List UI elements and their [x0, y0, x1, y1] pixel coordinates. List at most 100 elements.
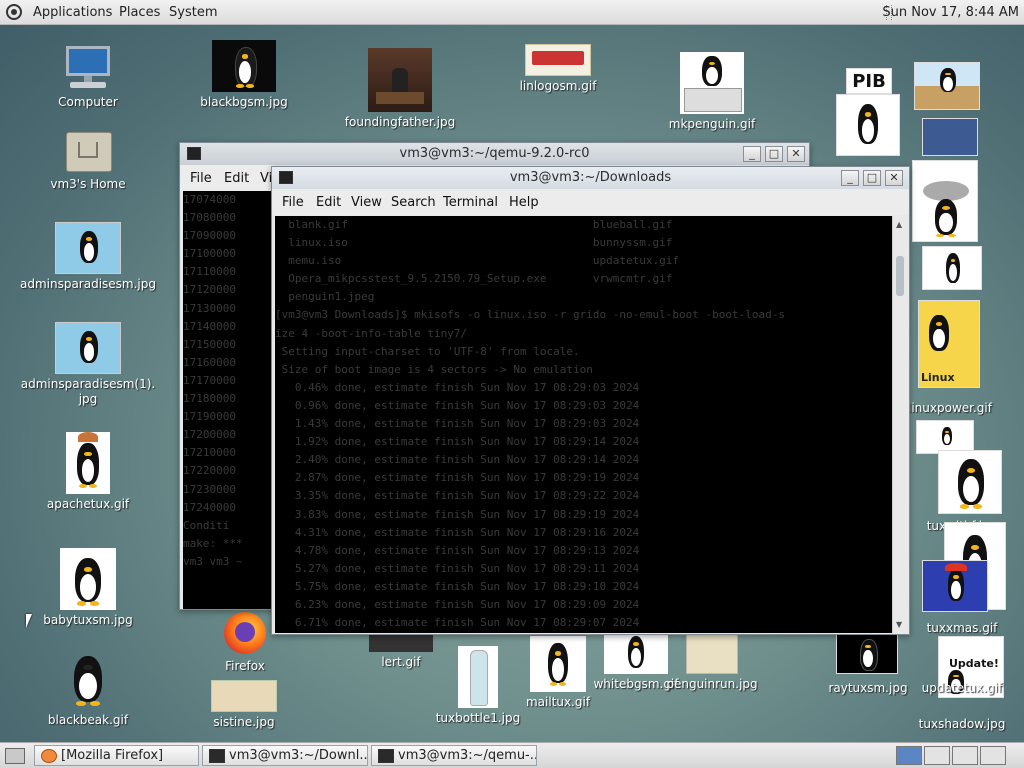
desktop-icon-computer[interactable]: Computer — [40, 44, 136, 110]
apache-tux-image-icon — [66, 432, 110, 494]
maximize-button[interactable]: □ — [765, 146, 783, 162]
window-titlebar[interactable]: vm3@vm3:~/Downloads _ □ ✕ — [272, 167, 909, 189]
tuxshadow-label: tuxshadow.jpg — [918, 717, 1006, 731]
computer-label: Computer — [58, 95, 118, 109]
menu-view[interactable]: View — [351, 195, 382, 210]
adminsparadisesm-1-label: adminsparadisesm(1). jpg — [20, 377, 156, 406]
raytuxsm-image-icon[interactable] — [836, 632, 898, 674]
workspace-3[interactable] — [952, 746, 978, 765]
flyingpenguin-image-icon[interactable] — [922, 246, 982, 290]
terminal-line: 17160000 — [183, 355, 236, 369]
close-button[interactable]: ✕ — [885, 170, 903, 186]
terminal-line: 4.78% done, estimate finish Sun Nov 17 0… — [275, 543, 640, 557]
clock[interactable]: Sun Nov 17, 8:44 AM — [882, 5, 1019, 20]
linlogosm-label: linlogosm.gif — [519, 79, 597, 93]
desktop-icon-home[interactable]: vm3's Home — [40, 128, 136, 192]
blackbgsm-label: blackbgsm.jpg — [200, 95, 288, 109]
menu-file[interactable]: File — [282, 195, 304, 210]
desktop-icon-linlogosm[interactable]: linlogosm.gif — [510, 44, 606, 94]
penguinrun-label: penguinrun.jpg — [666, 677, 758, 691]
terminal-line: penguin1.jpeg — [275, 290, 375, 304]
close-button[interactable]: ✕ — [787, 146, 805, 162]
terminal-line: vm3 vm3 ~ — [183, 554, 243, 568]
desktop-icon-mkpenguin[interactable]: mkpenguin.gif — [660, 52, 764, 132]
tuxxmas-label: tuxxmas.gif — [926, 621, 998, 635]
terminal-line: 17130000 — [183, 301, 236, 315]
task-label: vm3@vm3:~/qemu-... — [398, 748, 537, 763]
tuxtower-image-icon[interactable] — [912, 160, 978, 242]
tuxxmas-image-icon[interactable] — [922, 560, 988, 612]
terminal-line: Conditi — [183, 518, 230, 532]
desktop-icon-adminsparadisesm-1[interactable]: adminsparadisesm(1). jpg — [14, 322, 162, 407]
taskbar-terminal-qemu[interactable]: vm3@vm3:~/qemu-... — [371, 745, 537, 766]
workspace-2[interactable] — [924, 746, 950, 765]
terminal-scrollbar[interactable]: ▲ ▼ — [892, 216, 908, 633]
desktop-icon-tuxshadow[interactable]: tuxshadow.jpg — [904, 714, 1020, 732]
workspace-4[interactable] — [980, 746, 1006, 765]
desktop-icon-apachetux[interactable]: apachetux.gif — [40, 432, 136, 512]
terminal-line: 17220000 — [183, 464, 236, 478]
menu-file[interactable]: File — [190, 171, 212, 186]
terminal-line: 17120000 — [183, 283, 236, 297]
firefox-icon — [222, 612, 268, 656]
menu-help[interactable]: Help — [509, 195, 539, 210]
menu-edit[interactable]: Edit — [316, 195, 341, 210]
menu-edit[interactable]: Edit — [224, 171, 249, 186]
desktop-icon-blackbgsm[interactable]: blackbgsm.jpg — [196, 40, 292, 110]
beach-tux-image-icon — [55, 322, 121, 374]
scroll-down-arrow-icon[interactable]: ▼ — [896, 620, 902, 629]
terminal-icon — [209, 749, 225, 763]
linuxpower-image-icon[interactable]: Linux — [918, 300, 980, 388]
adminsparadisesm-label: adminsparadisesm.jpg — [19, 277, 157, 291]
task-label: vm3@vm3:~/Downl... — [229, 748, 368, 763]
menu-system[interactable]: System — [169, 5, 217, 20]
scroll-up-arrow-icon[interactable]: ▲ — [896, 220, 902, 229]
terminal-line: 17074000 — [183, 193, 236, 206]
binary-tux-image-icon[interactable] — [836, 94, 900, 156]
terminal-output[interactable]: blank.gif blueball.gif linux.iso bunnyss… — [275, 216, 892, 633]
small-tux-image-icon[interactable] — [916, 420, 974, 454]
desktop-icon-tuxxmas[interactable]: tuxxmas.gif — [900, 618, 1024, 636]
terminal-window-downloads[interactable]: vm3@vm3:~/Downloads _ □ ✕ File Edit View… — [271, 166, 910, 635]
show-desktop-icon[interactable] — [5, 748, 25, 764]
distro-logo-icon[interactable] — [6, 4, 22, 20]
workspace-1[interactable] — [896, 746, 922, 765]
terminal-line: 5.75% done, estimate finish Sun Nov 17 0… — [275, 579, 640, 593]
terminal-line: 17140000 — [183, 319, 236, 333]
menu-applications[interactable]: Applications — [33, 5, 112, 20]
mailtux-label: mailtux.gif — [525, 695, 591, 709]
desktop-icon-updatetux[interactable]: updatetux.gif — [904, 678, 1020, 696]
desktop-icon-babytuxsm[interactable]: babytuxsm.jpg — [30, 548, 146, 628]
baby-tux-image-icon — [60, 548, 116, 610]
menu-places[interactable]: Places — [119, 5, 160, 20]
scrollbar-thumb[interactable] — [896, 256, 904, 296]
window-titlebar[interactable]: vm3@vm3:~/qemu-9.2.0-rc0 _ □ ✕ — [180, 143, 809, 165]
terminal-line: 5.27% done, estimate finish Sun Nov 17 0… — [275, 561, 640, 575]
terminal-line: ize 4 -boot-info-table tiny7/ — [275, 326, 468, 340]
taskbar-terminal-downloads[interactable]: vm3@vm3:~/Downl... — [202, 745, 368, 766]
pib-penguins-image-icon[interactable]: PIB — [846, 68, 892, 94]
minimize-button[interactable]: _ — [743, 146, 761, 162]
tuxbottle-label: tuxbottle1.jpg — [435, 711, 521, 725]
desktop-icon-raytuxsm[interactable]: raytuxsm.jpg — [818, 678, 918, 696]
desktop-icon-sistine[interactable]: sistine.jpg — [196, 680, 292, 730]
desktop-icon-adminsparadisesm[interactable]: adminsparadisesm.jpg — [14, 222, 162, 292]
sucktuxsm-image-icon[interactable] — [914, 62, 980, 110]
minimize-button[interactable]: _ — [841, 170, 859, 186]
desktop-icon-blackbeak[interactable]: blackbeak.gif — [40, 648, 136, 728]
terminal-line: 17150000 — [183, 337, 236, 351]
menubar: File Edit View Search Terminal Help — [272, 189, 909, 215]
menu-search[interactable]: Search — [391, 195, 436, 210]
tuxwithf-image-icon[interactable] — [938, 450, 1002, 514]
terminal-line: memu.iso updatetux.gif — [275, 254, 679, 268]
desktop-icon-penguinrun[interactable]: penguinrun.jpg — [664, 632, 760, 692]
menu-terminal[interactable]: Terminal — [443, 195, 498, 210]
maximize-button[interactable]: □ — [863, 170, 881, 186]
home-label: vm3's Home — [50, 177, 126, 191]
terminal-output[interactable]: 17074000 17080000 17090000 17100000 17110000… — [183, 191, 273, 609]
terminal-line: 17110000 — [183, 265, 236, 279]
desktop-icon-foundingfather[interactable]: foundingfather.jpg — [336, 48, 464, 130]
window-title: vm3@vm3:~/Downloads — [509, 170, 672, 185]
tuxlibrary-image-icon[interactable] — [922, 118, 978, 156]
taskbar-firefox[interactable]: [Mozilla Firefox] — [34, 745, 199, 766]
